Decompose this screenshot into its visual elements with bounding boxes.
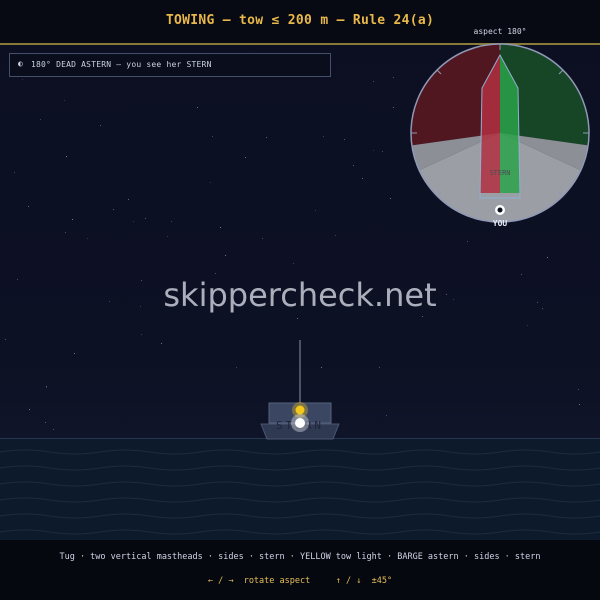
star bbox=[74, 353, 75, 354]
star bbox=[323, 136, 324, 137]
footer: Tug · two vertical mastheads · sides · s… bbox=[0, 540, 600, 600]
star bbox=[53, 429, 54, 430]
star bbox=[197, 107, 198, 108]
star bbox=[293, 263, 294, 264]
star bbox=[382, 151, 383, 152]
half-circle-icon: ◐ bbox=[18, 59, 23, 68]
lights-legend: Tug · two vertical mastheads · sides · s… bbox=[59, 552, 541, 562]
star bbox=[220, 227, 221, 228]
star bbox=[87, 238, 88, 239]
star bbox=[45, 422, 46, 423]
star bbox=[46, 387, 47, 388]
aspect-status-text: 180° DEAD ASTERN — you see her STERN bbox=[31, 60, 212, 69]
watermark: skippercheck.net bbox=[163, 276, 437, 314]
star bbox=[262, 238, 263, 239]
star bbox=[64, 100, 65, 101]
star bbox=[245, 157, 246, 158]
star bbox=[373, 81, 374, 82]
star bbox=[521, 274, 522, 275]
star bbox=[28, 206, 29, 207]
star bbox=[362, 178, 363, 179]
star bbox=[579, 404, 580, 405]
star bbox=[390, 198, 391, 199]
star bbox=[128, 199, 129, 200]
keyboard-controls-hint: ← / → rotate aspect ↑ / ↓ ±45° bbox=[207, 576, 393, 586]
page-title: TOWING — tow ≤ 200 m — Rule 24(a) bbox=[165, 13, 435, 28]
vessel-stern-view: STERN bbox=[260, 340, 340, 440]
star bbox=[467, 241, 468, 242]
star bbox=[379, 367, 380, 368]
sea bbox=[0, 438, 600, 540]
you-label: YOU bbox=[493, 219, 508, 228]
star bbox=[5, 339, 6, 340]
star bbox=[133, 221, 134, 222]
compass-vessel-label: STERN bbox=[489, 169, 510, 177]
stern-light bbox=[295, 418, 305, 428]
star bbox=[393, 107, 394, 108]
star bbox=[266, 137, 267, 138]
star bbox=[386, 415, 387, 416]
star bbox=[297, 318, 298, 319]
star bbox=[113, 209, 114, 210]
star bbox=[373, 150, 374, 151]
night-scene: TOWING — tow ≤ 200 m — Rule 24(a) ◐ 180°… bbox=[0, 0, 600, 600]
star bbox=[40, 119, 41, 120]
aspect-compass[interactable]: STERN YOU bbox=[400, 33, 600, 233]
star bbox=[167, 236, 168, 237]
star bbox=[171, 221, 172, 222]
star bbox=[210, 182, 211, 183]
star bbox=[236, 367, 237, 368]
star bbox=[422, 316, 423, 317]
star bbox=[14, 172, 15, 173]
star bbox=[335, 235, 336, 236]
star bbox=[161, 343, 162, 344]
star bbox=[344, 139, 345, 140]
star bbox=[212, 136, 213, 137]
star bbox=[72, 219, 73, 220]
star bbox=[353, 165, 354, 166]
star bbox=[578, 389, 579, 390]
star bbox=[315, 210, 316, 211]
star bbox=[65, 232, 66, 233]
aspect-status-panel: ◐ 180° DEAD ASTERN — you see her STERN bbox=[9, 53, 331, 77]
sea-waves bbox=[0, 438, 600, 535]
star bbox=[141, 334, 142, 335]
star bbox=[145, 218, 146, 219]
star bbox=[215, 273, 216, 274]
star bbox=[22, 79, 23, 80]
star bbox=[393, 77, 394, 78]
star bbox=[66, 156, 67, 157]
star bbox=[100, 125, 101, 126]
star bbox=[527, 325, 528, 326]
tow-light bbox=[295, 405, 305, 415]
star bbox=[29, 409, 30, 410]
star bbox=[547, 257, 548, 258]
star bbox=[225, 255, 226, 256]
